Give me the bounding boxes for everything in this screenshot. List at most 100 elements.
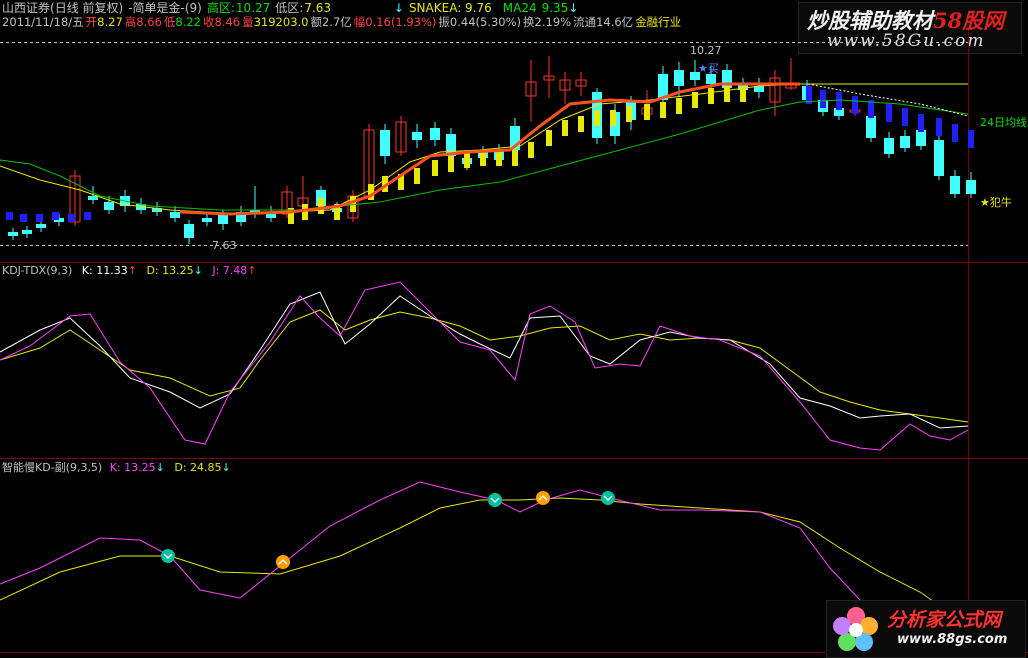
kd-sell-signal-icon (161, 549, 175, 563)
candle (575, 72, 587, 96)
candle-body (88, 196, 98, 200)
snake-bar (528, 142, 534, 158)
candle (769, 70, 781, 116)
candle-body (950, 176, 960, 194)
candle (430, 122, 440, 146)
kd-k-down-arrow-icon: ↓ (156, 461, 165, 474)
kd-d-down-arrow-icon: ↓ (222, 461, 231, 474)
bull-star-icon: ★犯牛 (980, 195, 1012, 209)
ma24-tag: 24日均线 (980, 115, 1027, 129)
signal-circle (161, 549, 175, 563)
low-marker-label: 7.63 (212, 239, 237, 252)
candle (543, 56, 555, 98)
snake-bar-blue (852, 96, 858, 114)
candle (950, 170, 960, 198)
snake-bar (448, 156, 454, 172)
watermark-88gs-url: www.88gs.com (897, 632, 1008, 647)
candle-body (706, 74, 716, 84)
candle (202, 214, 212, 226)
snake-bar-blue (936, 118, 942, 136)
snake-bar (414, 168, 420, 184)
candle-body (674, 70, 684, 86)
kd-title-text: 智能慢KD-副(9,3,5) (2, 460, 102, 474)
candle (559, 72, 571, 104)
candle-body (900, 136, 910, 148)
candle-body (104, 202, 114, 210)
snake-bar (708, 88, 714, 104)
candle-body (36, 224, 46, 228)
snake-bar-blue (886, 104, 892, 122)
buy-star-icon: ★买 (698, 62, 719, 75)
candle-body (934, 140, 944, 176)
snake-bar-blue (68, 214, 75, 222)
kd-sell-signal-icon (488, 493, 502, 507)
candle (525, 60, 537, 122)
candle-body (884, 138, 894, 154)
snake-bar-blue (20, 214, 27, 222)
signal-circle (536, 491, 550, 505)
signal-circle (601, 491, 615, 505)
snake-bar (724, 86, 730, 102)
snake-bar (594, 110, 600, 126)
candle-body (430, 128, 440, 140)
candle (380, 124, 390, 164)
kdj-j-up-arrow-icon: ↑ (247, 264, 256, 277)
kd-sell-signal-icon (601, 491, 615, 505)
chart-canvas[interactable]: 10.27 7.63 24日均线 ★买 ★犯牛 KDJ-TDX(9,3) K: … (0, 0, 1028, 658)
snake-bar-blue (36, 214, 43, 222)
kd-buy-signal-icon (276, 555, 290, 569)
flower-logo-icon (833, 607, 878, 651)
kdj-title[interactable]: KDJ-TDX(9,3) K: 11.33↑ D: 13.25↓ J: 7.48… (2, 264, 257, 277)
kdj-d-line (0, 309, 969, 423)
kdj-d-value: D: 13.25 (146, 264, 193, 277)
kdj-j-line (0, 281, 969, 451)
candle-body (8, 232, 18, 236)
kdj-k-line (0, 291, 969, 429)
snake-bar-blue (968, 130, 974, 148)
kdj-k-up-arrow-icon: ↑ (128, 264, 137, 277)
candle-body (412, 132, 422, 140)
snake-bar-blue (820, 90, 826, 108)
candle (22, 226, 32, 238)
snake-bar (610, 110, 616, 126)
candle (884, 132, 894, 158)
snake-bar (302, 204, 308, 220)
watermark-88gs: 分析家公式网 www.88gs.com (826, 600, 1026, 658)
candle-body (202, 218, 212, 222)
kdj-k-value: K: 11.33 (82, 264, 128, 277)
candle (236, 206, 246, 226)
snake-bar-blue (52, 212, 59, 220)
price-chart (0, 56, 976, 244)
candle (754, 78, 764, 98)
candle-body (916, 130, 926, 146)
kdj-j-value: J: 7.48 (211, 264, 247, 277)
kd-d-value: D: 24.85 (174, 461, 221, 474)
candle (8, 228, 18, 240)
snake-bar (676, 98, 682, 114)
candle-body (184, 224, 194, 238)
candle (395, 116, 407, 156)
snake-bar (464, 152, 470, 168)
kdj-chart (0, 281, 969, 451)
high-marker-label: 10.27 (690, 44, 722, 57)
candle-body (218, 214, 228, 224)
snake-bar-blue (952, 124, 958, 142)
snake-bar (318, 198, 324, 214)
snake-bar-blue (6, 212, 13, 220)
kd-buy-signal-icon (536, 491, 550, 505)
candle-body (380, 130, 390, 156)
kd-title[interactable]: 智能慢KD-副(9,3,5) K: 13.25↓ D: 24.85↓ (2, 460, 231, 474)
snake-bar-blue (902, 108, 908, 126)
signal-circle (488, 493, 502, 507)
candle (412, 124, 422, 148)
snake-bar-blue (84, 212, 91, 220)
kd-chart (0, 481, 941, 623)
kdj-title-text: KDJ-TDX(9,3) (2, 264, 72, 277)
kd-k-line (0, 481, 881, 623)
candle (934, 134, 944, 180)
snake-bar (562, 120, 568, 136)
candle-body (866, 116, 876, 138)
snake-bar (644, 104, 650, 120)
snake-bar-blue (836, 92, 842, 110)
snake-bar-blue (918, 114, 924, 132)
